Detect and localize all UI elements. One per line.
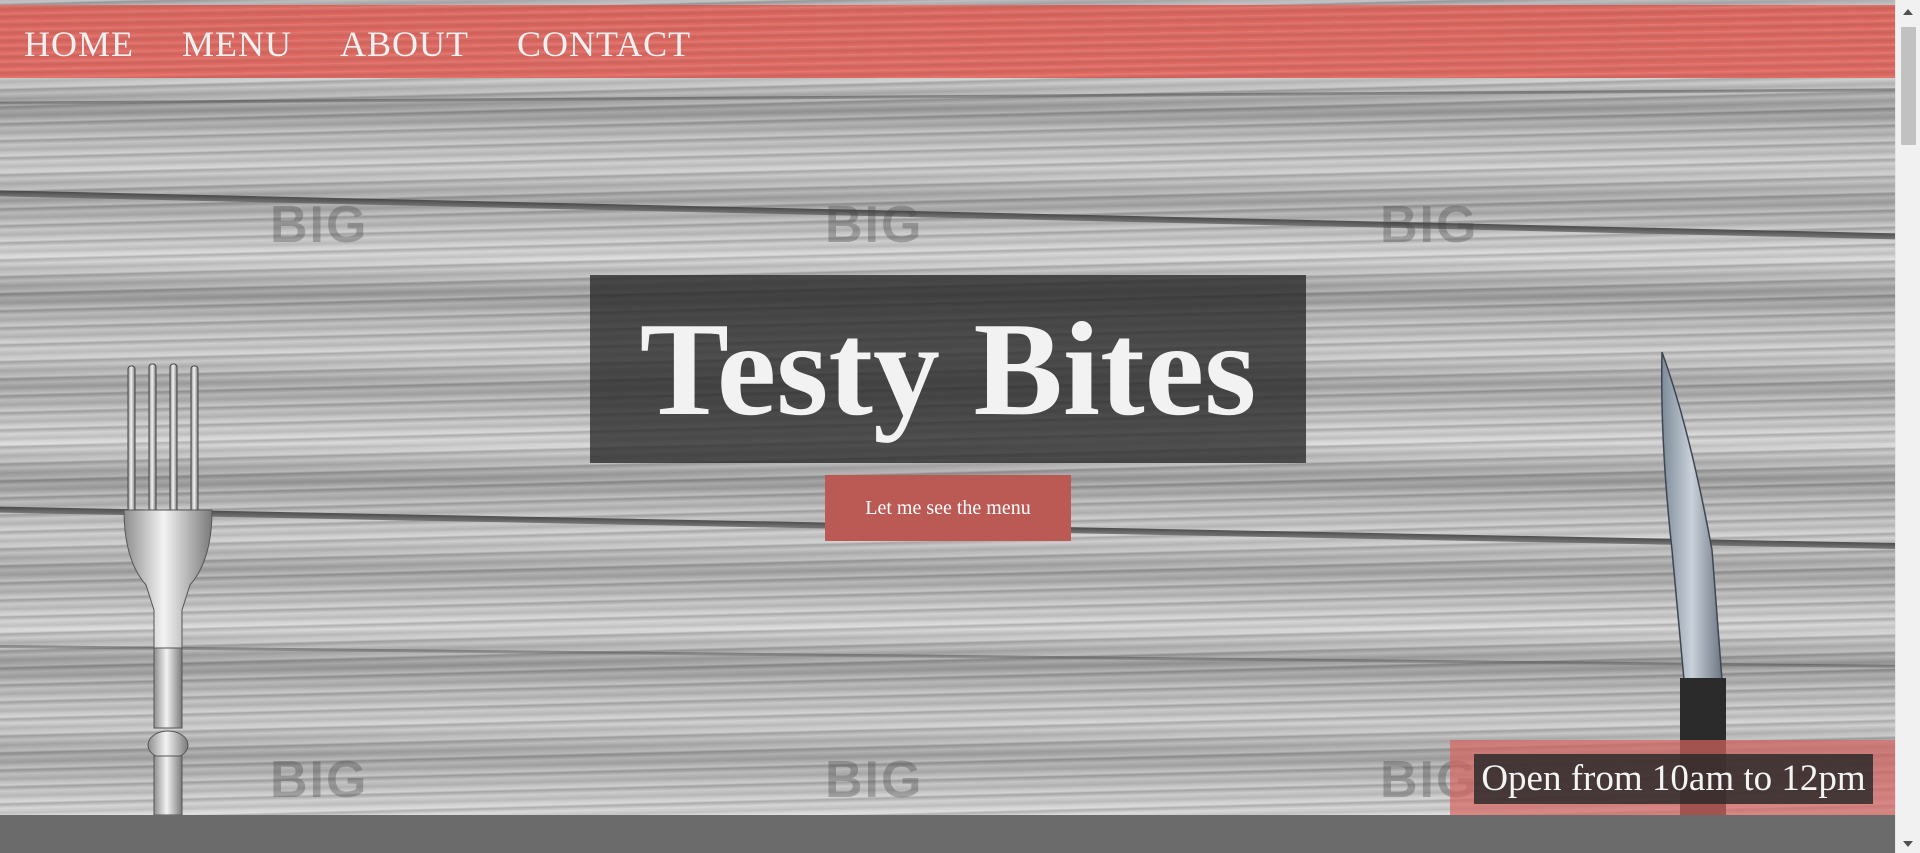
- nav-menu-link[interactable]: MENU: [182, 23, 292, 65]
- fork-icon: [123, 363, 213, 815]
- watermark-text: BIG: [270, 751, 369, 809]
- nav-contact-link[interactable]: CONTACT: [517, 23, 691, 65]
- watermark-text: BIG: [1380, 196, 1479, 254]
- page-viewport: BIG BIG BIG BIG BIG BIG HOME MENU ABOUT …: [0, 0, 1895, 853]
- scrollbar-thumb[interactable]: [1901, 27, 1916, 145]
- watermark-text: BIG: [825, 751, 924, 809]
- nav-home-link[interactable]: HOME: [24, 23, 134, 65]
- top-navigation-bar: HOME MENU ABOUT CONTACT: [0, 5, 1895, 78]
- opening-hours-text: Open from 10am to 12pm: [1474, 754, 1873, 804]
- wood-plank-line: [0, 88, 1895, 105]
- opening-hours-banner: Open from 10am to 12pm: [1450, 740, 1895, 815]
- scroll-up-arrow-icon[interactable]: [1903, 9, 1913, 15]
- main-nav: HOME MENU ABOUT CONTACT: [24, 23, 691, 65]
- hero-title-box: Testy Bites: [590, 275, 1306, 463]
- site-title: Testy Bites: [639, 295, 1257, 443]
- wood-plank-line: [0, 644, 1895, 669]
- scroll-down-arrow-icon[interactable]: [1903, 841, 1913, 847]
- vertical-scrollbar[interactable]: [1895, 0, 1920, 853]
- nav-about-link[interactable]: ABOUT: [340, 23, 469, 65]
- watermark-text: BIG: [825, 196, 924, 254]
- watermark-text: BIG: [270, 196, 369, 254]
- footer-strip: [0, 815, 1895, 853]
- view-menu-button[interactable]: Let me see the menu: [825, 475, 1071, 541]
